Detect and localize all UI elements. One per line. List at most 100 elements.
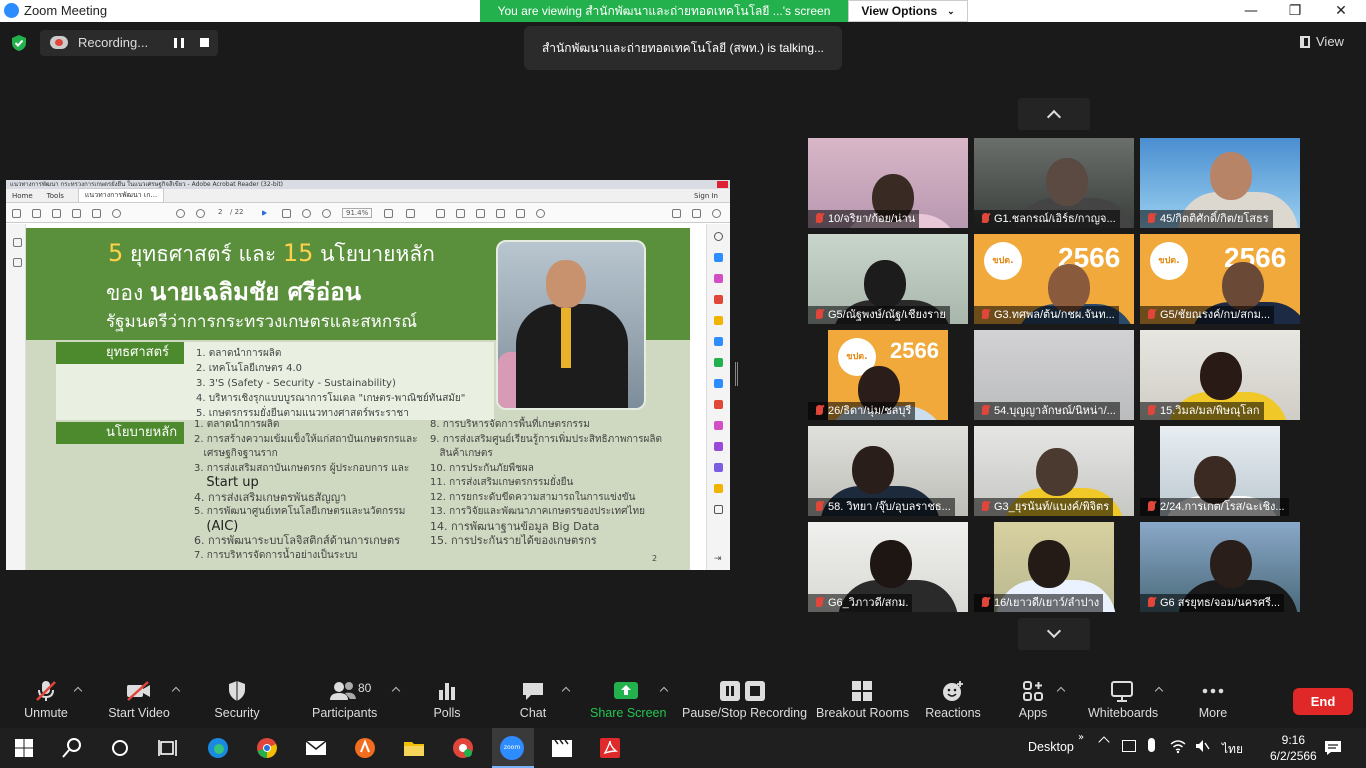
more-button[interactable]: More bbox=[1196, 680, 1230, 720]
maximize-button[interactable]: ❐ bbox=[1280, 1, 1310, 21]
participant-head bbox=[1046, 158, 1088, 206]
muted-mic-icon bbox=[816, 597, 823, 607]
stop-recording-icon[interactable] bbox=[200, 38, 209, 47]
wifi-icon[interactable] bbox=[1170, 738, 1186, 754]
toolbar-expand-icon[interactable]: » bbox=[1078, 732, 1084, 743]
recording-label: Recording... bbox=[78, 35, 149, 50]
participant-name: G6_วิภาวดี/สกม. bbox=[808, 594, 913, 612]
participant-tile[interactable]: 10/จริยา/ก้อย/น่าน bbox=[808, 138, 968, 228]
suit bbox=[516, 304, 628, 408]
minister-photo bbox=[496, 240, 646, 410]
volume-muted-icon[interactable] bbox=[1194, 738, 1210, 754]
whiteboards-button[interactable]: Whiteboards bbox=[1088, 680, 1158, 720]
pause-stop-label: Pause/Stop Recording bbox=[682, 706, 808, 720]
participant-tile[interactable]: 54.บุญญาลักษณ์/นิหน่า/... bbox=[974, 330, 1134, 420]
participant-tile[interactable]: G3_ยุรนันท์/แบงค์/พิจิตร bbox=[974, 426, 1134, 516]
participants-button[interactable]: 80 Participants bbox=[312, 680, 377, 720]
chat-caret-icon[interactable] bbox=[561, 686, 571, 696]
video-options-caret-icon[interactable] bbox=[171, 686, 181, 696]
task-view-icon[interactable] bbox=[156, 736, 180, 760]
pause-recording-icon[interactable] bbox=[174, 38, 184, 48]
input-language[interactable]: ไทย bbox=[1222, 740, 1243, 759]
reactions-button[interactable]: Reactions bbox=[925, 680, 981, 720]
participant-tile[interactable]: 2566 ขปต. G3.ทศพล/ต้น/กชผ.จันท... bbox=[974, 234, 1134, 324]
microphone-tray-icon[interactable] bbox=[1148, 738, 1155, 752]
minimize-button[interactable]: — bbox=[1236, 1, 1266, 21]
apps-button[interactable]: Apps bbox=[1018, 680, 1048, 720]
end-meeting-button[interactable]: End bbox=[1293, 688, 1353, 715]
chrome-profile-icon[interactable] bbox=[451, 736, 475, 760]
audio-options-caret-icon[interactable] bbox=[73, 686, 83, 696]
participant-tile[interactable]: 2566 ขปต. 26/ธิดา/นุ่ม/ชลบุรี bbox=[808, 330, 968, 420]
participant-tile[interactable]: 16/เยาวดี/เยาว์/ลำปาง bbox=[974, 522, 1134, 612]
view-button[interactable]: View bbox=[1300, 34, 1344, 49]
more-tools-icon bbox=[714, 505, 723, 514]
participant-name-text: G3.ทศพล/ต้น/กชผ.จันท... bbox=[994, 309, 1115, 321]
clapper-app-icon[interactable] bbox=[550, 736, 574, 760]
polls-button[interactable]: Polls bbox=[432, 680, 462, 720]
close-button[interactable]: ✕ bbox=[1326, 1, 1356, 21]
share-screen-button[interactable]: Share Screen bbox=[590, 680, 666, 720]
send-review-icon bbox=[714, 484, 723, 493]
mail-app-icon[interactable] bbox=[304, 736, 328, 760]
zoom-taskbar-active[interactable]: zoom bbox=[492, 728, 534, 768]
participants-caret-icon[interactable] bbox=[391, 686, 401, 696]
network-icon[interactable] bbox=[1122, 740, 1136, 752]
participant-tile[interactable]: 2566 ขปต. G5/ชัยณรงค์/กบ/สกม... bbox=[1140, 234, 1300, 324]
list-item: 2. เทคโนโลยีเกษตร 4.0 bbox=[196, 363, 302, 374]
acrobat-zoom-level: 91.4% bbox=[342, 208, 373, 218]
participant-name-text: 26/ธิดา/นุ่ม/ชลบุรี bbox=[828, 405, 912, 417]
chrome-browser-icon[interactable] bbox=[255, 736, 279, 760]
participant-tile[interactable]: 15.วิมล/มล/พิษณุโลก bbox=[1140, 330, 1300, 420]
create-pdf-icon bbox=[714, 295, 723, 304]
participant-tile[interactable]: G6 สรยุทธ/จอม/นครศรี... bbox=[1140, 522, 1300, 612]
participant-head bbox=[1210, 540, 1252, 588]
breakout-rooms-button[interactable]: Breakout Rooms bbox=[816, 680, 909, 720]
whiteboard-icon bbox=[1088, 680, 1156, 702]
gallery-prev-button[interactable] bbox=[1018, 98, 1090, 130]
notifications-icon[interactable] bbox=[1324, 739, 1342, 757]
muted-mic-icon bbox=[816, 405, 823, 415]
gallery-next-button[interactable] bbox=[1018, 618, 1090, 650]
split-divider-handle[interactable] bbox=[735, 362, 738, 386]
strategy-list: 1. ตลาดนำการผลิต 2. เทคโนโลยีเกษตร 4.0 3. … bbox=[196, 346, 465, 421]
edge-browser-icon[interactable] bbox=[206, 736, 230, 760]
start-video-button[interactable]: Start Video bbox=[106, 680, 172, 720]
video-off-icon bbox=[106, 680, 172, 702]
participant-tile[interactable]: 2/24.การเกต/โรส/ฉะเชิง... bbox=[1140, 426, 1300, 516]
pen-icon bbox=[456, 209, 465, 218]
apps-caret-icon[interactable] bbox=[1056, 686, 1066, 696]
banner-2566: 2566 ขปต. bbox=[1140, 234, 1300, 290]
account-icon bbox=[712, 209, 721, 218]
view-options-button[interactable]: View Options ⌄ bbox=[848, 0, 968, 22]
participant-tile[interactable]: 58. วิทยา /จุ๊บ/อุบลราชธ... bbox=[808, 426, 968, 516]
file-explorer-icon[interactable] bbox=[402, 736, 426, 760]
mail-icon bbox=[692, 209, 701, 218]
participant-name: 15.วิมล/มล/พิษณุโลก bbox=[1140, 402, 1264, 420]
search-icon[interactable] bbox=[60, 736, 84, 760]
participant-name: G1.ชลกรณ์/เอิร์ธ/กาญจ... bbox=[974, 210, 1120, 228]
security-button[interactable]: Security bbox=[214, 680, 260, 720]
cortana-icon[interactable] bbox=[108, 736, 132, 760]
print-icon bbox=[92, 209, 101, 218]
avast-icon[interactable] bbox=[353, 736, 377, 760]
participant-tile[interactable]: G5/ณัฐพงษ์/ณัฐ/เชียงราย bbox=[808, 234, 968, 324]
slide-title-end: นโยบายหลัก bbox=[320, 242, 435, 266]
pause-stop-recording-button[interactable]: Pause/Stop Recording bbox=[682, 680, 808, 720]
slide-title-num2: 15 bbox=[282, 239, 314, 267]
participant-tile[interactable]: G1.ชลกรณ์/เอิร์ธ/กาญจ... bbox=[974, 138, 1134, 228]
unmute-button[interactable]: Unmute bbox=[22, 680, 70, 720]
participant-tile[interactable]: 45/กิตติศักดิ์/กิต/ยโสธร bbox=[1140, 138, 1300, 228]
tray-expand-icon[interactable] bbox=[1098, 736, 1110, 748]
participants-count: 80 bbox=[358, 681, 372, 695]
whiteboards-caret-icon[interactable] bbox=[1154, 686, 1164, 696]
encryption-shield-icon[interactable] bbox=[10, 34, 28, 52]
windows-start-icon[interactable] bbox=[12, 736, 36, 760]
participant-tile[interactable]: G6_วิภาวดี/สกม. bbox=[808, 522, 968, 612]
chat-button[interactable]: Chat bbox=[518, 680, 548, 720]
desktop-toolbar-label[interactable]: Desktop bbox=[1028, 740, 1074, 754]
chat-bubble-icon bbox=[518, 680, 548, 702]
system-clock[interactable]: 9:16 6/2/2566 bbox=[1270, 732, 1317, 764]
polls-label: Polls bbox=[433, 706, 461, 720]
acrobat-app-icon[interactable] bbox=[598, 736, 622, 760]
